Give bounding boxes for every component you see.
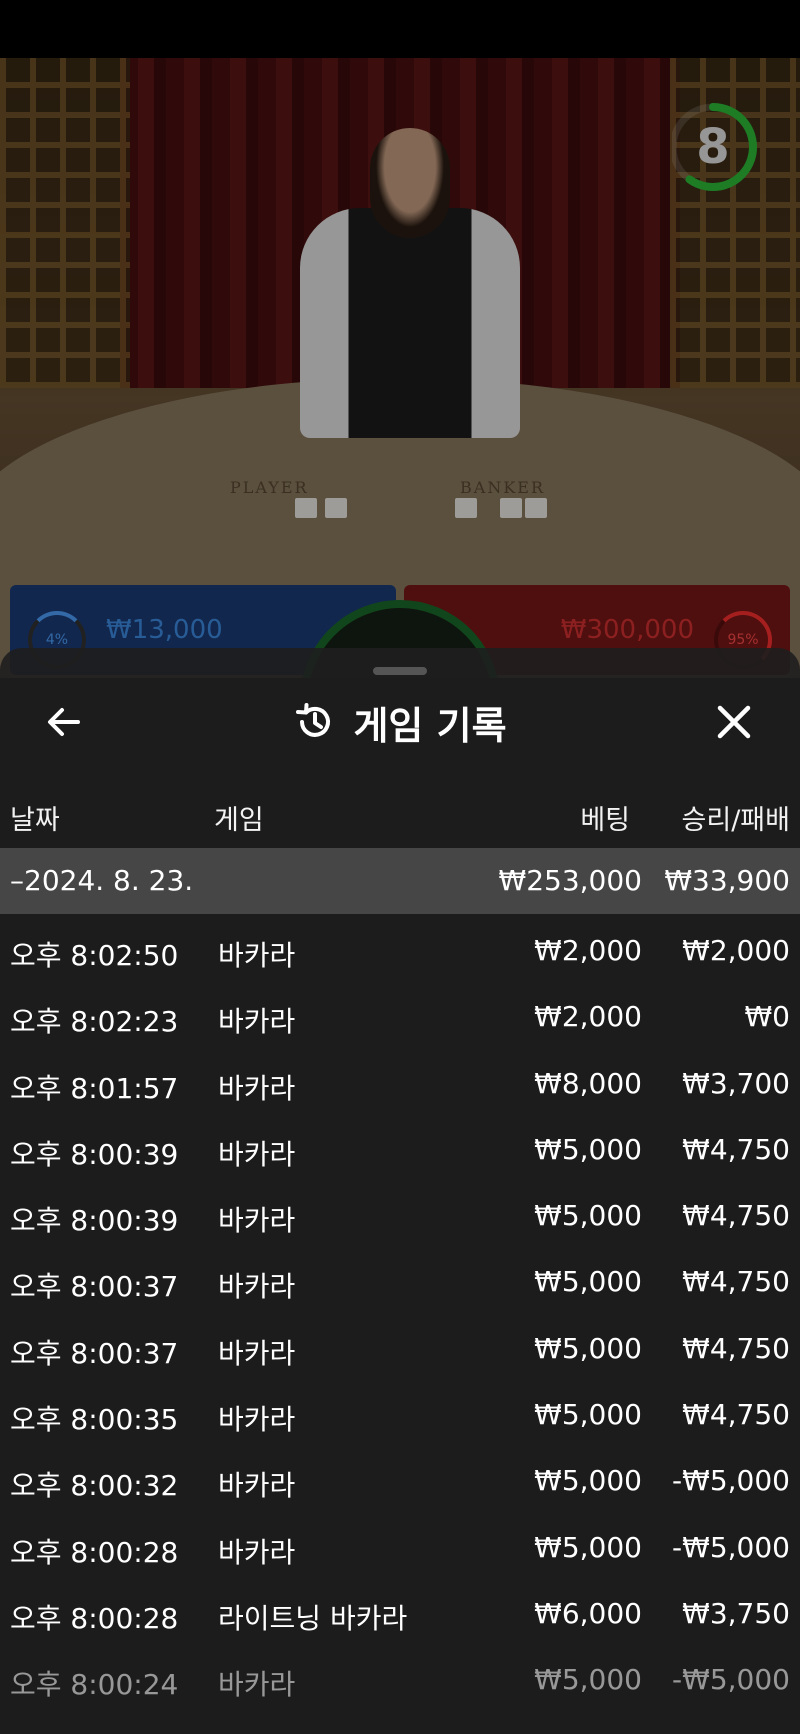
row-result: -₩5,000	[672, 1530, 790, 1564]
row-bet: ₩6,000	[534, 1596, 642, 1630]
page-title: 게임 기록	[353, 703, 507, 748]
row-game: 바카라	[218, 1137, 296, 1171]
table-row[interactable]: 오후 8:02:23 바카라 ₩2,000 ₩0	[0, 980, 800, 1046]
column-header-bet: 베팅	[580, 805, 630, 836]
row-time: 오후 8:00:39	[10, 1137, 179, 1171]
column-header-game: 게임	[214, 805, 264, 836]
row-bet: ₩2,000	[534, 1000, 642, 1034]
table-row[interactable]: 오후 8:01:57 바카라 ₩8,000 ₩3,700	[0, 1047, 800, 1113]
row-time: 오후 8:00:24	[10, 1668, 179, 1702]
row-result: -₩5,000	[672, 1464, 790, 1498]
row-game: 바카라	[218, 1071, 296, 1105]
column-header-result: 승리/패배	[681, 805, 790, 836]
row-time: 오후 8:00:35	[10, 1403, 179, 1437]
row-result: ₩0	[744, 1000, 791, 1034]
row-game: 바카라	[218, 1005, 296, 1039]
row-game: 라이트닝 바카라	[218, 1601, 408, 1635]
row-game: 바카라	[218, 1535, 296, 1569]
date-group-result-total: ₩33,900	[664, 864, 790, 897]
table-row[interactable]: 오후 8:00:28 라이트닝 바카라 ₩6,000 ₩3,750	[0, 1577, 800, 1643]
row-time: 오후 8:00:28	[10, 1535, 179, 1569]
row-bet: ₩5,000	[534, 1199, 642, 1233]
row-bet: ₩5,000	[534, 1464, 642, 1498]
row-bet: ₩5,000	[534, 1663, 642, 1697]
row-game: 바카라	[218, 1469, 296, 1503]
row-time: 오후 8:00:39	[10, 1204, 179, 1238]
row-result: ₩4,750	[682, 1132, 790, 1166]
row-game: 바카라	[218, 1668, 296, 1702]
status-bar	[0, 0, 800, 58]
close-icon	[717, 705, 751, 739]
row-time: 오후 8:00:32	[10, 1469, 179, 1503]
row-bet: ₩5,000	[534, 1398, 642, 1432]
row-game: 바카라	[218, 1403, 296, 1437]
row-result: -₩5,000	[672, 1663, 790, 1697]
row-time: 오후 8:01:57	[10, 1071, 179, 1105]
row-bet: ₩5,000	[534, 1331, 642, 1365]
table-row[interactable]: 오후 8:00:39 바카라 ₩5,000 ₩4,750	[0, 1113, 800, 1179]
row-game: 바카라	[218, 1204, 296, 1238]
table-row[interactable]: 오후 8:02:50 바카라 ₩2,000 ₩2,000	[0, 914, 800, 980]
drag-handle[interactable]	[373, 667, 427, 675]
table-row[interactable]: 오후 8:00:37 바카라 ₩5,000 ₩4,750	[0, 1312, 800, 1378]
row-result: ₩3,700	[682, 1066, 790, 1100]
row-bet: ₩5,000	[534, 1530, 642, 1564]
row-result: ₩4,750	[682, 1331, 790, 1365]
row-result: ₩3,750	[682, 1596, 790, 1630]
close-button[interactable]	[710, 698, 758, 746]
row-result: ₩4,750	[682, 1199, 790, 1233]
table-row[interactable]: 오후 8:00:37 바카라 ₩5,000 ₩4,750	[0, 1245, 800, 1311]
column-header-date: 날짜	[10, 805, 60, 836]
date-group-row[interactable]: –2024. 8. 23. ₩253,000 ₩33,900	[0, 848, 800, 914]
row-time: 오후 8:00:37	[10, 1336, 179, 1370]
row-result: ₩2,000	[682, 934, 790, 967]
date-group-bet-total: ₩253,000	[498, 864, 642, 897]
table-row[interactable]: 오후 8:00:24 바카라 ₩5,000 -₩5,000	[0, 1643, 800, 1709]
table-row[interactable]: 오후 8:00:32 바카라 ₩5,000 -₩5,000	[0, 1444, 800, 1510]
row-result: ₩4,750	[682, 1398, 790, 1432]
row-bet: ₩5,000	[534, 1132, 642, 1166]
row-result: ₩4,750	[682, 1265, 790, 1299]
sheet-header: 게임 기록	[0, 696, 800, 748]
row-time: 오후 8:02:50	[10, 939, 179, 972]
row-game: 바카라	[218, 939, 296, 972]
history-clock-icon	[296, 703, 331, 737]
table-row[interactable]: 오후 8:00:28 바카라 ₩5,000 -₩5,000	[0, 1511, 800, 1577]
table-row[interactable]: 오후 8:00:39 바카라 ₩5,000 ₩4,750	[0, 1179, 800, 1245]
date-group-label: –2024. 8. 23.	[10, 864, 194, 897]
row-game: 바카라	[218, 1270, 296, 1304]
table-row[interactable]: 오후 8:00:35 바카라 ₩5,000 ₩4,750	[0, 1378, 800, 1444]
row-bet: ₩5,000	[534, 1265, 642, 1299]
row-bet: ₩2,000	[534, 934, 642, 967]
game-history-sheet: 게임 기록 날짜 게임 베팅 승리/패배 –2024. 8. 23. ₩253,…	[0, 648, 800, 1734]
history-list: 오후 8:02:50 바카라 ₩2,000 ₩2,000 오후 8:02:23 …	[0, 914, 800, 1710]
row-bet: ₩8,000	[534, 1066, 642, 1100]
row-time: 오후 8:00:28	[10, 1601, 179, 1635]
row-time: 오후 8:00:37	[10, 1270, 179, 1304]
row-time: 오후 8:02:23	[10, 1005, 179, 1039]
row-game: 바카라	[218, 1336, 296, 1370]
